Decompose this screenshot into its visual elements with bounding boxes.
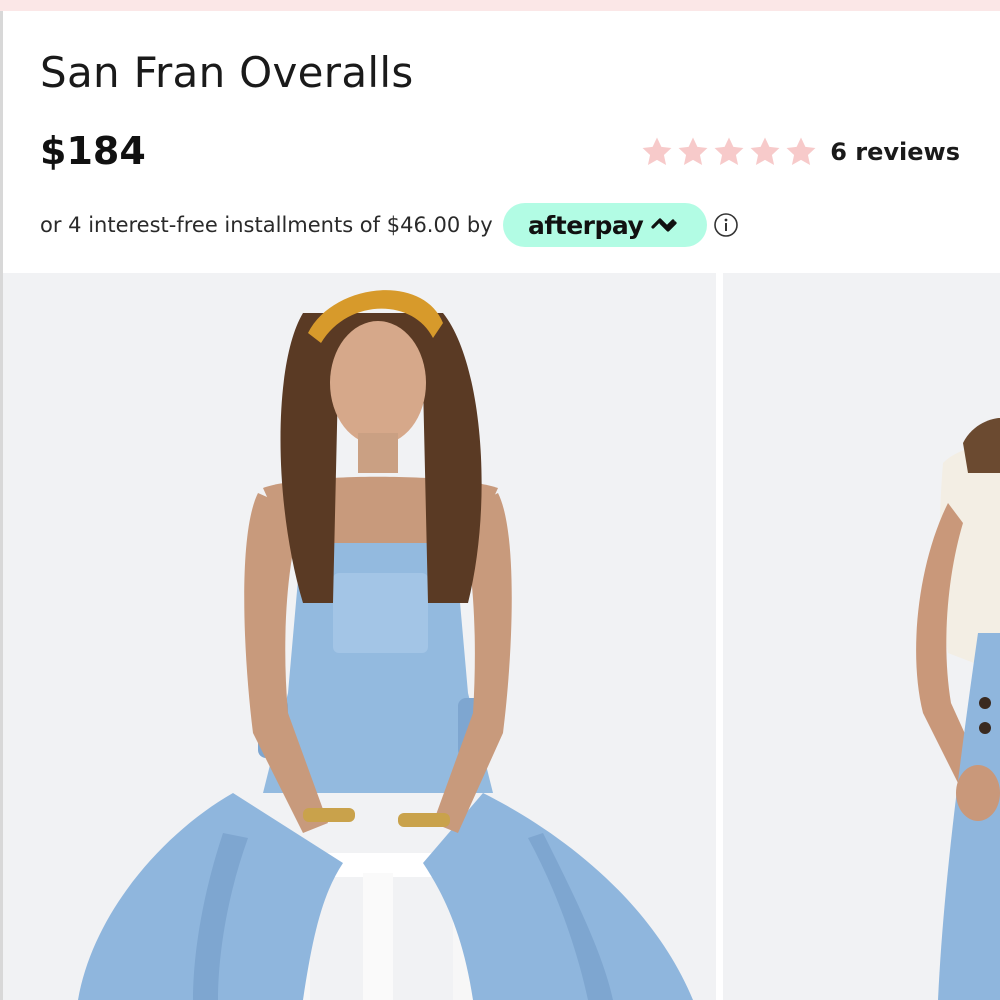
star-icon: [750, 137, 780, 166]
afterpay-logo-icon: [651, 218, 677, 232]
rating-summary[interactable]: 6 reviews: [640, 134, 960, 170]
star-icon: [678, 137, 708, 166]
product-price: $184: [40, 129, 146, 173]
installments-text: or 4 interest-free installments of $46.0…: [40, 213, 493, 237]
afterpay-wordmark: afterpay: [528, 210, 644, 240]
star-rating: [640, 135, 818, 169]
info-icon[interactable]: [713, 212, 739, 238]
product-photo-image: [723, 273, 1000, 1000]
product-gallery[interactable]: [3, 273, 1000, 1000]
reviews-link[interactable]: 6 reviews: [830, 138, 960, 166]
top-announcement-strip: [0, 0, 1000, 11]
product-title: San Fran Overalls: [40, 48, 414, 97]
installments-message: or 4 interest-free installments of $46.0…: [40, 203, 739, 247]
star-icon: [642, 137, 672, 166]
star-icon: [714, 137, 744, 166]
afterpay-badge[interactable]: afterpay: [502, 203, 707, 247]
product-photo[interactable]: [3, 273, 716, 1000]
star-icon: [786, 137, 816, 166]
product-photo-image: [3, 273, 716, 1000]
product-photo[interactable]: [723, 273, 1000, 1000]
